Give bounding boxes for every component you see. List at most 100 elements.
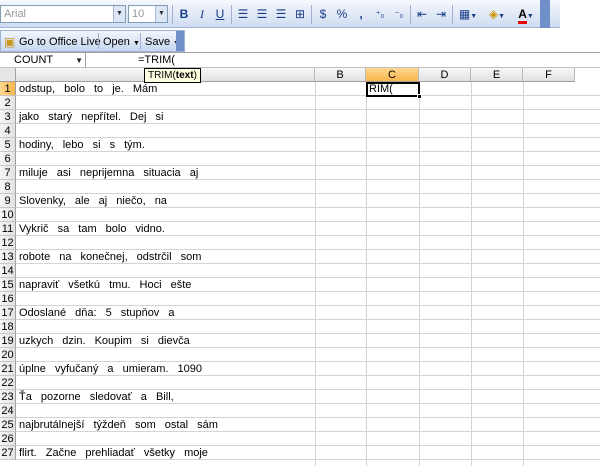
separator xyxy=(311,5,312,24)
font-name-combo[interactable]: Arial ▼ xyxy=(0,5,126,23)
cell-a27[interactable]: flirt. Začne prehliadať všetky moje xyxy=(19,446,208,460)
open-label: Open xyxy=(103,36,130,48)
chevron-down-icon[interactable]: ▼ xyxy=(155,6,167,22)
row-header-23[interactable]: 23 xyxy=(0,390,16,404)
underline-button[interactable]: U xyxy=(211,6,229,23)
gridline xyxy=(419,82,420,466)
row-header-2[interactable]: 2 xyxy=(0,96,16,110)
row-header-8[interactable]: 8 xyxy=(0,180,16,194)
cell-a21[interactable]: úplne vyfučaný a umieram. 1090 xyxy=(19,362,202,376)
row-header-18[interactable]: 18 xyxy=(0,320,16,334)
row-header-3[interactable]: 3 xyxy=(0,110,16,124)
row-header-5[interactable]: 5 xyxy=(0,138,16,152)
cell-a7[interactable]: miluje asi neprijemna situacia aj xyxy=(19,166,198,180)
decrease-decimal-icon[interactable]: ⁻₀ xyxy=(390,6,408,23)
column-header-c[interactable]: C xyxy=(366,68,419,82)
tooltip-function: TRIM( xyxy=(148,70,176,81)
column-header-b[interactable]: B xyxy=(315,68,366,82)
formula-input[interactable]: =TRIM( xyxy=(138,53,175,68)
row-header-16[interactable]: 16 xyxy=(0,292,16,306)
italic-button[interactable]: I xyxy=(193,6,211,23)
tooltip-argument[interactable]: text xyxy=(176,70,194,81)
font-name-value: Arial xyxy=(4,8,27,20)
row-header-22[interactable]: 22 xyxy=(0,376,16,390)
percent-button[interactable]: % xyxy=(333,6,351,23)
row-header-17[interactable]: 17 xyxy=(0,306,16,320)
cell-a5[interactable]: hodiny, lebo si s tým. xyxy=(19,138,145,152)
chevron-down-icon: ▼ xyxy=(132,40,140,47)
bold-button[interactable]: B xyxy=(175,6,193,23)
row-header-25[interactable]: 25 xyxy=(0,418,16,432)
save-label: Save xyxy=(145,36,171,48)
borders-icon[interactable]: ▦▼ xyxy=(455,6,481,23)
function-tooltip: TRIM(text) xyxy=(144,68,201,83)
chevron-down-icon[interactable]: ▼ xyxy=(75,53,83,68)
row-header-9[interactable]: 9 xyxy=(0,194,16,208)
toolbar-options-icon[interactable] xyxy=(176,31,184,51)
row-header-11[interactable]: 11 xyxy=(0,222,16,236)
column-header-f[interactable]: F xyxy=(523,68,575,82)
select-all-corner[interactable] xyxy=(0,68,16,82)
column-header-e[interactable]: E xyxy=(471,68,523,82)
cell-a19[interactable]: uzkych dzin. Koupim si dievča xyxy=(19,334,190,348)
row-header-13[interactable]: 13 xyxy=(0,250,16,264)
separator xyxy=(98,33,99,49)
cell-a9[interactable]: Slovenky, ale aj niečo, na xyxy=(19,194,167,208)
separator xyxy=(231,5,232,24)
row-header-6[interactable]: 6 xyxy=(0,152,16,166)
cell-a1[interactable]: odstup, bolo to je. Mám xyxy=(19,82,157,96)
row-header-10[interactable]: 10 xyxy=(0,208,16,222)
increase-decimal-icon[interactable]: ⁺₀ xyxy=(371,6,389,23)
row-header-15[interactable]: 15 xyxy=(0,278,16,292)
column-header-d[interactable]: D xyxy=(419,68,471,82)
comma-button[interactable]: , xyxy=(352,6,370,23)
active-cell-c1[interactable]: RIM( xyxy=(366,82,420,97)
row-header-24[interactable]: 24 xyxy=(0,404,16,418)
row-header-27[interactable]: 27 xyxy=(0,446,16,460)
align-right-icon[interactable]: ☰ xyxy=(272,6,290,23)
row-header-19[interactable]: 19 xyxy=(0,334,16,348)
cell-a25[interactable]: najbrutálnejší týždeň som ostal sám xyxy=(19,418,218,432)
go-to-office-live-button[interactable]: Go to Office Live xyxy=(19,34,101,50)
row-header-7[interactable]: 7 xyxy=(0,166,16,180)
formatting-toolbar: Arial ▼ 10 ▼ B I U ☰ ☰ ☰ ⊞ $ % , ⁺₀ ⁻₀ ⇤… xyxy=(0,0,560,28)
separator xyxy=(172,5,173,24)
font-color-icon[interactable]: A▼ xyxy=(513,6,539,24)
cell-a23[interactable]: Ťa pozorne sledovať a Bill, xyxy=(19,390,174,404)
gridline xyxy=(315,82,316,466)
save-button[interactable]: Save ▼ xyxy=(145,34,180,50)
font-size-value: 10 xyxy=(132,8,145,20)
cell-a13[interactable]: robote na konečnej, odstrčil som xyxy=(19,250,201,264)
row-header-20[interactable]: 20 xyxy=(0,348,16,362)
cell-c1-value: RIM( xyxy=(369,83,393,95)
chevron-down-icon[interactable]: ▼ xyxy=(113,6,125,22)
row-header-14[interactable]: 14 xyxy=(0,264,16,278)
separator xyxy=(140,33,141,49)
decrease-indent-icon[interactable]: ⇤ xyxy=(413,6,431,23)
currency-button[interactable]: $ xyxy=(314,6,332,23)
office-live-toolbar: ▣ Go to Office Live Open ▼ Save ▼ xyxy=(0,30,185,52)
name-box[interactable]: COUNT ▼ xyxy=(0,53,86,68)
separator xyxy=(410,5,411,24)
folder-icon: ▣ xyxy=(4,35,16,49)
cell-a15[interactable]: napraviť všetkú tmu. Hoci ešte xyxy=(19,278,191,292)
toolbar-options-icon[interactable] xyxy=(540,0,550,28)
cell-a17[interactable]: Odoslané dňa: 5 stupňov a xyxy=(19,306,174,320)
row-header-4[interactable]: 4 xyxy=(0,124,16,138)
name-box-value: COUNT xyxy=(14,54,54,66)
merge-center-icon[interactable]: ⊞ xyxy=(291,6,309,23)
gridline xyxy=(366,82,367,466)
fill-handle[interactable] xyxy=(417,94,422,99)
open-button[interactable]: Open ▼ xyxy=(103,34,140,50)
cell-a3[interactable]: jako starý nepřítel. Dej si xyxy=(19,110,163,124)
align-center-icon[interactable]: ☰ xyxy=(253,6,271,23)
fill-color-icon[interactable]: ◈▼ xyxy=(484,6,510,23)
row-header-1[interactable]: 1 xyxy=(0,82,16,96)
row-header-26[interactable]: 26 xyxy=(0,432,16,446)
cell-a11[interactable]: Vykrič sa tam bolo vidno. xyxy=(19,222,165,236)
row-header-21[interactable]: 21 xyxy=(0,362,16,376)
font-size-combo[interactable]: 10 ▼ xyxy=(128,5,168,23)
align-left-icon[interactable]: ☰ xyxy=(234,6,252,23)
row-header-12[interactable]: 12 xyxy=(0,236,16,250)
increase-indent-icon[interactable]: ⇥ xyxy=(432,6,450,23)
